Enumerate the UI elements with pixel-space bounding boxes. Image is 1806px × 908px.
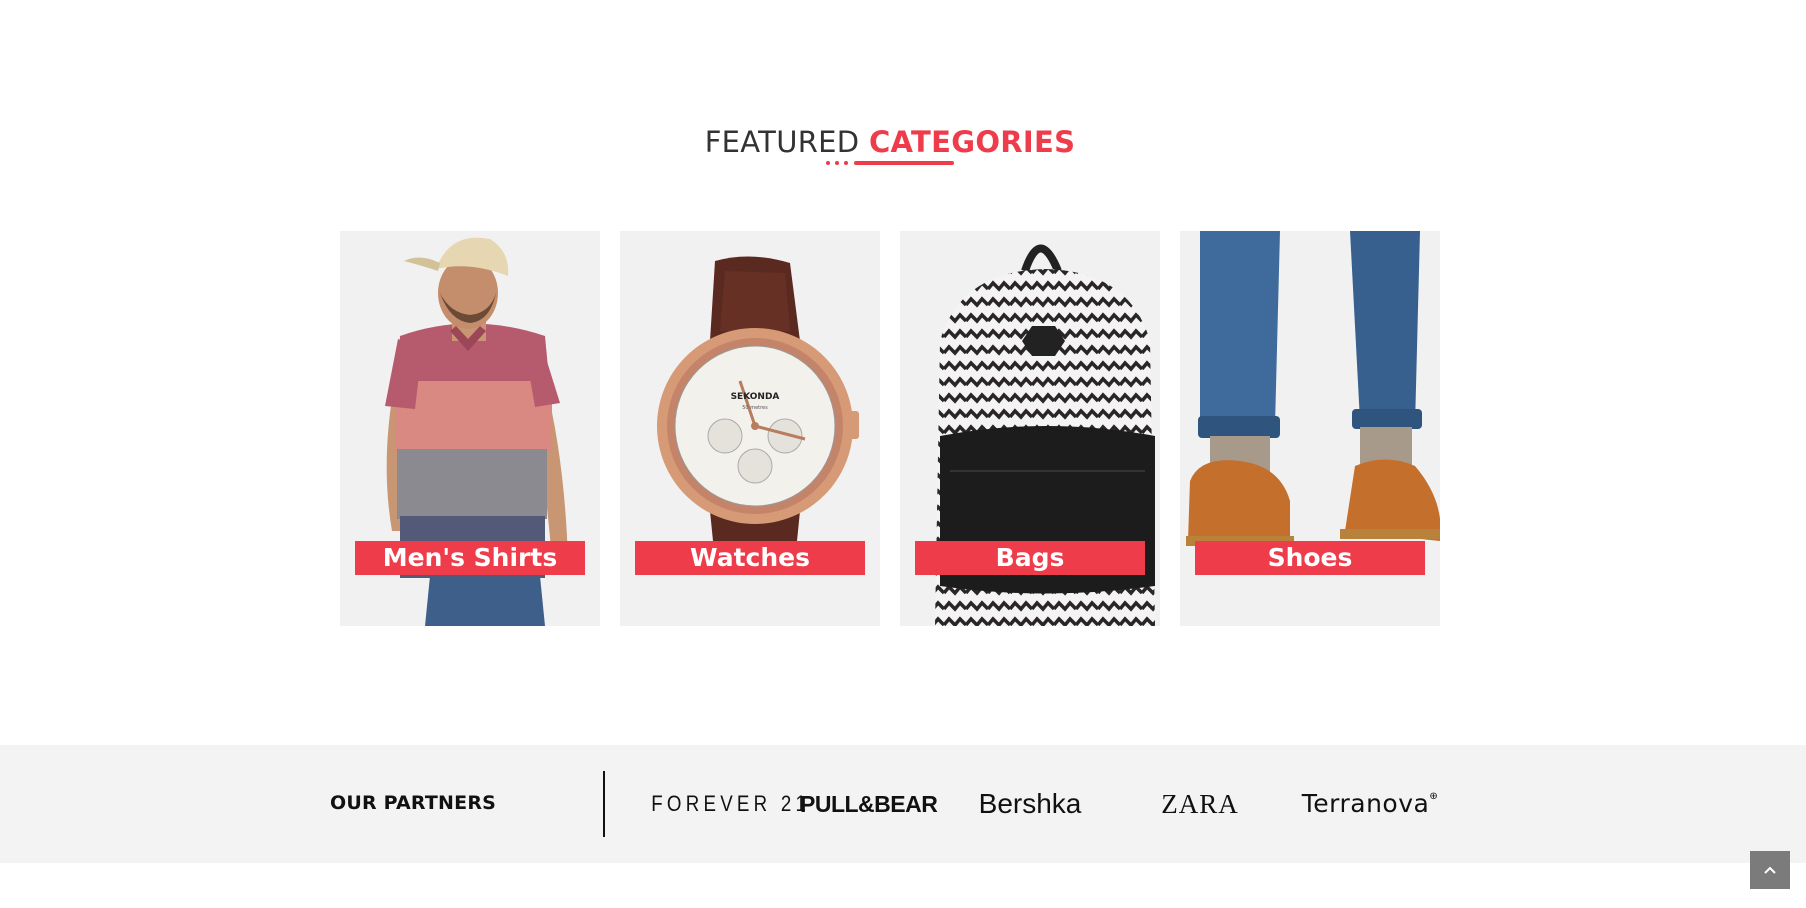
section-title-accent: CATEGORIES (868, 125, 1076, 160)
chevron-up-icon (1764, 866, 1776, 874)
partners-title: OUR PARTNERS (330, 792, 497, 814)
watch-brand-text: SEKONDA (731, 392, 780, 402)
category-label[interactable]: Watches (635, 541, 865, 575)
terranova-wordmark: Terranova (1301, 789, 1430, 818)
page: FEATURED CATEGORIES Men's Shirts SEKONDA… (0, 0, 1806, 908)
section-title-plain: FEATURED (704, 125, 860, 160)
category-card-bags[interactable]: Bags (900, 231, 1160, 626)
partner-logo-pullbear[interactable]: PULL&BEAR (800, 787, 938, 821)
category-card-mens-shirts[interactable]: Men's Shirts (340, 231, 600, 626)
partner-logo-zara[interactable]: ZARA (1140, 787, 1260, 821)
category-label[interactable]: Men's Shirts (355, 541, 585, 575)
back-to-top-button[interactable] (1750, 851, 1790, 889)
partner-logo-bershka[interactable]: Bershka (960, 787, 1100, 821)
partner-logo-forever21[interactable]: FOREVER 21 (651, 787, 806, 821)
partners-divider (603, 771, 605, 837)
category-label[interactable]: Shoes (1195, 541, 1425, 575)
category-card-shoes[interactable]: Shoes (1180, 231, 1440, 626)
title-divider (826, 161, 954, 165)
category-label[interactable]: Bags (915, 541, 1145, 575)
divider-dot (835, 161, 839, 165)
divider-dot (844, 161, 848, 165)
partner-logo-terranova[interactable]: Terranova⊕ (1295, 787, 1445, 821)
terranova-mark-icon: ⊕ (1429, 791, 1439, 802)
partners-section: OUR PARTNERS FOREVER 21 PULL&BEAR Bershk… (0, 745, 1806, 863)
category-card-watches[interactable]: SEKONDA 50 metres Watches (620, 231, 880, 626)
divider-dot (826, 161, 830, 165)
section-title: FEATURED CATEGORIES (0, 125, 1780, 159)
divider-bar (854, 161, 954, 165)
watch-subtitle-text: 50 metres (742, 405, 768, 411)
